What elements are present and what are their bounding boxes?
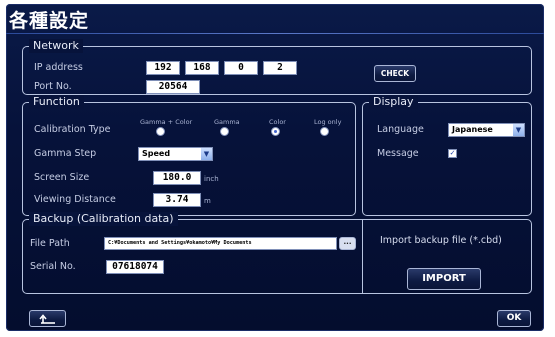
page-title: 各種設定 bbox=[9, 10, 90, 32]
gamma-step-value: Speed bbox=[142, 149, 171, 158]
port-input[interactable]: 20564 bbox=[146, 80, 200, 94]
ip-address-label: IP address bbox=[34, 62, 83, 73]
import-button[interactable]: IMPORT bbox=[407, 268, 481, 290]
network-group: Network IP address 192 168 0 2 Port No. … bbox=[22, 39, 532, 95]
viewing-distance-label: Viewing Distance bbox=[34, 194, 116, 205]
radio-label-color: Color bbox=[269, 118, 286, 126]
backup-divider bbox=[362, 220, 363, 293]
radio-label-gamma: Gamma bbox=[214, 118, 240, 126]
calibration-type-label: Calibration Type bbox=[34, 124, 111, 135]
backup-legend: Backup (Calibration data) bbox=[29, 212, 178, 226]
language-value: Japanese bbox=[452, 125, 493, 134]
language-select[interactable]: Japanese ▼ bbox=[448, 123, 525, 137]
display-group: Display Language Japanese ▼ Message ✓ bbox=[362, 95, 532, 216]
radio-log-only[interactable] bbox=[320, 127, 329, 136]
function-group: Function Calibration Type Gamma + Color … bbox=[22, 95, 356, 216]
settings-window: 各種設定 Network IP address 192 168 0 2 Port… bbox=[6, 4, 544, 331]
chevron-down-icon: ▼ bbox=[201, 148, 212, 160]
ip-octet-4[interactable]: 2 bbox=[263, 61, 297, 75]
gamma-step-select[interactable]: Speed ▼ bbox=[138, 147, 213, 161]
serial-no-label: Serial No. bbox=[30, 261, 76, 272]
chevron-down-icon: ▼ bbox=[513, 124, 524, 136]
message-checkbox[interactable]: ✓ bbox=[448, 149, 457, 158]
port-label: Port No. bbox=[34, 81, 72, 92]
ip-octet-2[interactable]: 168 bbox=[185, 61, 219, 75]
check-button[interactable]: CHECK bbox=[374, 65, 416, 82]
ip-octet-3[interactable]: 0 bbox=[224, 61, 258, 75]
backup-group: Backup (Calibration data) File Path C:¥D… bbox=[22, 212, 532, 294]
network-legend: Network bbox=[29, 39, 83, 53]
title-divider bbox=[6, 33, 544, 34]
file-path-input[interactable]: C:¥Documents and Settings¥okamoto¥My Doc… bbox=[104, 237, 337, 250]
radio-label-gamma-color: Gamma + Color bbox=[140, 118, 193, 126]
message-label: Message bbox=[377, 148, 419, 159]
radio-gamma-color[interactable] bbox=[156, 127, 165, 136]
radio-color[interactable] bbox=[271, 127, 280, 136]
screen-size-input[interactable]: 180.0 bbox=[153, 171, 201, 185]
screen-size-unit: inch bbox=[204, 175, 219, 183]
screen-size-label: Screen Size bbox=[34, 172, 90, 183]
language-label: Language bbox=[377, 124, 424, 135]
viewing-distance-input[interactable]: 3.74 bbox=[153, 193, 201, 207]
browse-button[interactable]: ... bbox=[339, 237, 356, 250]
back-button[interactable] bbox=[29, 310, 66, 327]
viewing-distance-unit: m bbox=[204, 197, 211, 205]
serial-no-input[interactable]: 07618074 bbox=[106, 260, 164, 274]
ip-octet-1[interactable]: 192 bbox=[146, 61, 180, 75]
ok-button[interactable]: OK bbox=[497, 310, 531, 327]
file-path-label: File Path bbox=[30, 238, 70, 249]
radio-gamma[interactable] bbox=[220, 127, 229, 136]
import-description: Import backup file (*.cbd) bbox=[380, 235, 502, 246]
gamma-step-label: Gamma Step bbox=[34, 148, 97, 159]
display-legend: Display bbox=[369, 95, 418, 109]
return-arrow-icon bbox=[38, 314, 55, 324]
function-legend: Function bbox=[29, 95, 84, 109]
radio-label-log-only: Log only bbox=[314, 118, 342, 126]
